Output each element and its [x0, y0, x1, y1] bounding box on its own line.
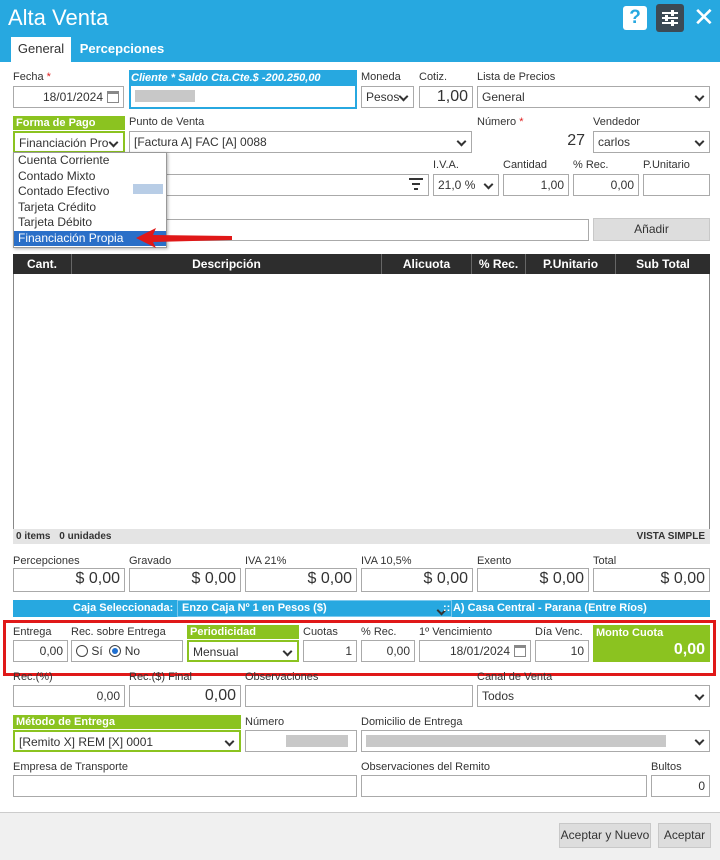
exento-label: Exento [477, 555, 512, 567]
help-button[interactable]: ? [623, 6, 647, 30]
transporte-input[interactable] [13, 775, 357, 797]
moneda-label: Moneda [361, 71, 401, 83]
items-grid-body[interactable] [13, 274, 710, 530]
iva21-label: IVA 21% [245, 555, 287, 567]
vista-simple-link[interactable]: VISTA SIMPLE [637, 529, 705, 544]
col-descripcion[interactable]: Descripción [71, 254, 381, 274]
close-icon[interactable]: ✕ [693, 2, 715, 32]
financiacion-highlight-frame [3, 620, 716, 676]
cotiz-input[interactable]: 1,00 [419, 86, 473, 108]
rec-pct-input[interactable]: 0,00 [13, 685, 125, 707]
col-cant[interactable]: Cant. [13, 254, 71, 274]
exento-value: $ 0,00 [477, 568, 589, 592]
cotiz-label: Cotiz. [419, 71, 448, 83]
units-count: 0 unidades [59, 531, 112, 542]
filter-icon[interactable] [409, 178, 423, 193]
lista-precios-select[interactable]: General [477, 86, 710, 108]
col-punitario[interactable]: P.Unitario [525, 254, 615, 274]
iva-select[interactable]: 21,0 % [433, 174, 499, 196]
numero-remito-label: Número [245, 716, 285, 728]
fecha-label: Fecha * [13, 71, 51, 83]
obs-remito-input[interactable] [361, 775, 647, 797]
canal-venta-label: Canal de Venta [477, 671, 553, 683]
metodo-entrega-select[interactable]: [Remito X] REM [X] 0001 [13, 730, 241, 752]
col-alicuota[interactable]: Alicuota [381, 254, 471, 274]
numero-remito-input[interactable] [245, 730, 357, 752]
bultos-input[interactable]: 0 [651, 775, 710, 797]
numero-input[interactable]: 27 [477, 131, 589, 153]
gravado-value: $ 0,00 [129, 568, 241, 592]
producto-input[interactable] [129, 174, 429, 196]
rec-pct-label: Rec.(%) [13, 671, 53, 683]
punitario-label: P.Unitario [643, 159, 690, 171]
total-value: $ 0,00 [593, 568, 710, 592]
add-button[interactable]: Añadir [593, 218, 710, 241]
iva105-label: IVA 10,5% [361, 555, 412, 567]
rec-input[interactable]: 0,00 [573, 174, 639, 196]
rec-final-value: 0,00 [129, 685, 241, 707]
annotation-arrow-icon [136, 227, 234, 252]
gravado-label: Gravado [129, 555, 172, 567]
bultos-label: Bultos [651, 761, 682, 773]
vendedor-label: Vendedor [593, 116, 641, 128]
cliente-input[interactable] [131, 86, 355, 107]
accept-button[interactable]: Aceptar [658, 823, 711, 848]
col-rec[interactable]: % Rec. [471, 254, 525, 274]
calendar-icon[interactable] [107, 91, 119, 103]
blurred-patch [133, 184, 163, 194]
iva21-value: $ 0,00 [245, 568, 357, 592]
domicilio-select[interactable] [361, 730, 710, 752]
forma-pago-select[interactable]: Financiación Pro [13, 131, 125, 153]
lista-precios-label: Lista de Precios [477, 71, 556, 83]
canal-venta-select[interactable]: Todos [477, 685, 710, 707]
fecha-input[interactable]: 18/01/2024 [13, 86, 124, 108]
rec-final-label: Rec.($) Final [129, 671, 192, 683]
caja-label: Caja Seleccionada: [73, 602, 174, 614]
option-tarjeta-credito[interactable]: Tarjeta Crédito [14, 200, 166, 216]
forma-pago-label: Forma de Pago [13, 116, 125, 130]
punto-venta-select[interactable]: [Factura A] FAC [A] 0088 [129, 131, 472, 153]
metodo-entrega-label: Método de Entrega [13, 715, 241, 729]
sucursal-label: :: A) Casa Central - Parana (Entre Ríos) [443, 602, 647, 614]
col-subtotal[interactable]: Sub Total [615, 254, 710, 274]
option-cuenta-corriente[interactable]: Cuenta Corriente [14, 153, 166, 169]
iva105-value: $ 0,00 [361, 568, 473, 592]
total-label: Total [593, 555, 617, 567]
cantidad-input[interactable]: 1,00 [503, 174, 569, 196]
percepciones-label: Percepciones [13, 555, 80, 567]
moneda-select[interactable]: Pesos [361, 86, 414, 108]
iva-label: I.V.A. [433, 159, 459, 171]
punto-venta-label: Punto de Venta [129, 116, 205, 128]
obs-remito-label: Observaciones del Remito [361, 761, 491, 773]
items-count: 0 items [16, 531, 51, 542]
caja-select[interactable]: Enzo Caja Nº 1 en Pesos ($) [177, 600, 452, 617]
tab-percepciones[interactable]: Percepciones [78, 37, 166, 62]
items-grid-footer: 0 items 0 unidades VISTA SIMPLE [13, 529, 710, 544]
punitario-input[interactable] [643, 174, 710, 196]
vendedor-select[interactable]: carlos [593, 131, 710, 153]
percepciones-value: $ 0,00 [13, 568, 125, 592]
cantidad-label: Cantidad [503, 159, 548, 171]
domicilio-label: Domicilio de Entrega [361, 716, 463, 728]
rec-label: % Rec. [573, 159, 609, 171]
transporte-label: Empresa de Transporte [13, 761, 128, 773]
accept-new-button[interactable]: Aceptar y Nuevo [559, 823, 651, 848]
window-title: Alta Venta [8, 5, 109, 30]
option-contado-mixto[interactable]: Contado Mixto [14, 169, 166, 185]
caja-bar: Caja Seleccionada: Enzo Caja Nº 1 en Pes… [13, 600, 710, 617]
items-grid-header: Cant. Descripción Alicuota % Rec. P.Unit… [13, 254, 710, 274]
observaciones-label: Observaciones [245, 671, 319, 683]
tab-general[interactable]: General [11, 37, 71, 62]
numero-label: Número * [477, 116, 524, 128]
observaciones-input[interactable] [245, 685, 473, 707]
cliente-label: Cliente * Saldo Cta.Cte.$ -200.250,00 [131, 72, 321, 84]
settings-sliders-icon[interactable] [656, 4, 684, 32]
